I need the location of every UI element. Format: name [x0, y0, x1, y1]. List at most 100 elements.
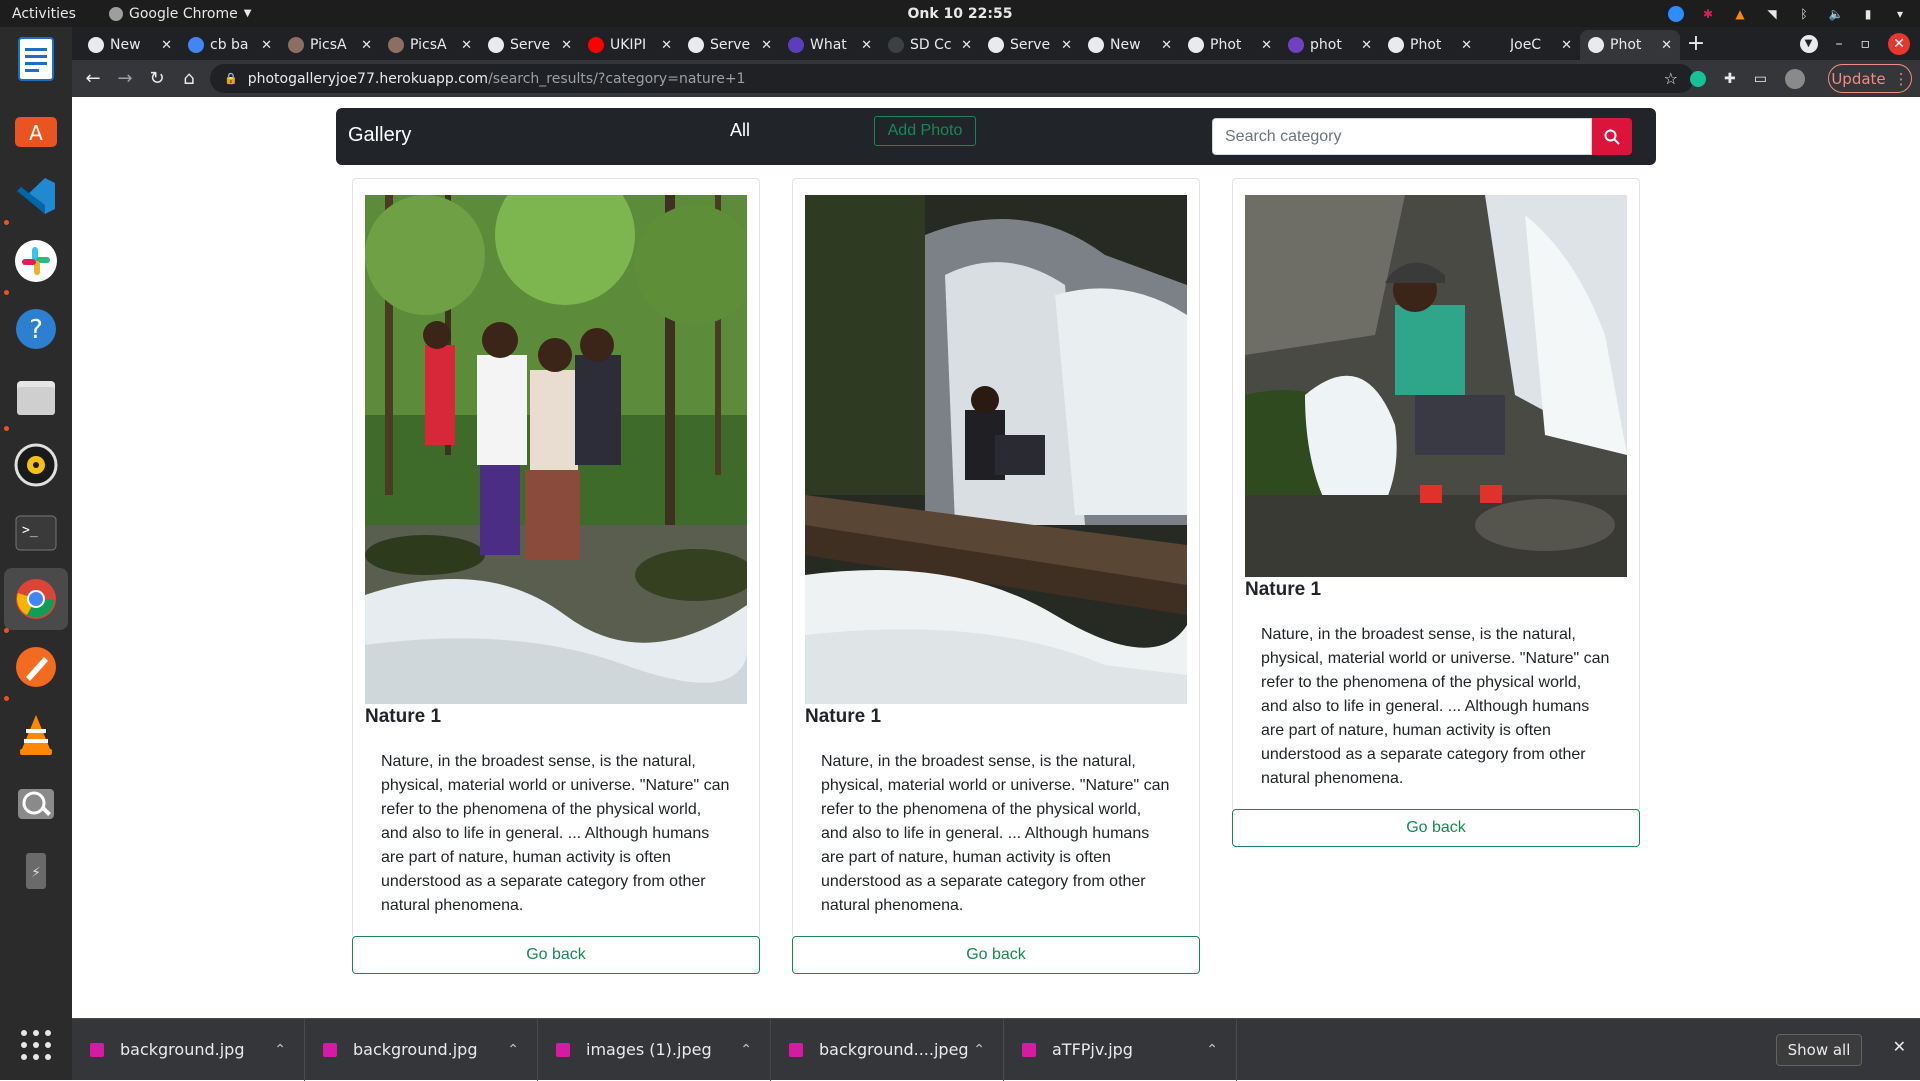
browser-tab[interactable]: Phot ✕ — [1380, 30, 1480, 60]
clock[interactable]: Onk 10 22:55 — [908, 6, 1013, 22]
photo-image[interactable] — [1245, 195, 1627, 577]
tab-close-icon[interactable]: ✕ — [1061, 38, 1072, 53]
minimize-icon[interactable]: – — [1836, 36, 1843, 52]
browser-tab[interactable]: PicsA ✕ — [280, 30, 380, 60]
browser-tab[interactable]: UKIPI ✕ — [580, 30, 680, 60]
cast-icon[interactable]: ▭ — [1754, 71, 1767, 87]
download-item[interactable]: images (1).jpeg ⌃ — [538, 1018, 771, 1081]
tab-close-icon[interactable]: ✕ — [1461, 38, 1472, 53]
browser-tab[interactable]: Serve ✕ — [980, 30, 1080, 60]
show-apps-icon[interactable] — [12, 1021, 60, 1069]
browser-tab[interactable]: Serve ✕ — [680, 30, 780, 60]
download-item[interactable]: background.jpg ⌃ — [305, 1018, 538, 1081]
app-menu[interactable]: Google Chrome ▼ — [109, 6, 251, 22]
tab-close-icon[interactable]: ✕ — [1161, 38, 1172, 53]
browser-tab[interactable]: SD Cc ✕ — [880, 30, 980, 60]
tab-close-icon[interactable]: ✕ — [1661, 38, 1672, 53]
power-menu-icon[interactable]: ▾ — [1892, 6, 1908, 22]
reload-icon[interactable]: ↻ — [142, 64, 172, 94]
forward-icon[interactable]: → — [110, 64, 140, 94]
tab-close-icon[interactable]: ✕ — [361, 38, 372, 53]
browser-tab[interactable]: JoeC ✕ — [1480, 30, 1580, 60]
volume-icon[interactable]: 🔈 — [1828, 6, 1844, 22]
libreoffice-writer-icon[interactable] — [12, 35, 60, 83]
close-window-icon[interactable]: ✕ — [1888, 32, 1910, 55]
browser-tab[interactable]: cb ba ✕ — [180, 30, 280, 60]
chevron-up-icon[interactable]: ⌃ — [973, 1042, 985, 1058]
inkscape-icon[interactable] — [12, 643, 60, 691]
tab-close-icon[interactable]: ✕ — [861, 38, 872, 53]
tab-close-icon[interactable]: ✕ — [661, 38, 672, 53]
tab-close-icon[interactable]: ✕ — [1261, 38, 1272, 53]
slack-icon[interactable] — [12, 237, 60, 285]
ubuntu-software-icon[interactable]: A — [12, 105, 60, 153]
browser-tab[interactable]: phot ✕ — [1280, 30, 1380, 60]
slack-tray-icon[interactable]: ✱ — [1700, 6, 1716, 22]
bluetooth-icon[interactable]: ᛒ — [1796, 6, 1812, 22]
activities-button[interactable]: Activities — [0, 6, 95, 22]
browser-tab[interactable]: PicsA ✕ — [380, 30, 480, 60]
tab-close-icon[interactable]: ✕ — [461, 38, 472, 53]
profile-avatar[interactable] — [1784, 68, 1805, 89]
chevron-up-icon[interactable]: ⌃ — [274, 1042, 286, 1058]
tab-close-icon[interactable]: ✕ — [761, 38, 772, 53]
chevron-up-icon[interactable]: ⌃ — [1206, 1042, 1218, 1058]
tab-close-icon[interactable]: ✕ — [1361, 38, 1372, 53]
extensions-puzzle-icon[interactable]: ✚ — [1724, 71, 1736, 87]
show-all-downloads-button[interactable]: Show all — [1776, 1034, 1862, 1066]
brand-link[interactable]: Gallery — [348, 124, 411, 147]
browser-tab[interactable]: What ✕ — [780, 30, 880, 60]
battery-icon[interactable]: ▮ — [1860, 6, 1876, 22]
chrome-update-button[interactable]: Update ⋮ — [1828, 64, 1912, 93]
browser-tab[interactable]: Serve ✕ — [480, 30, 580, 60]
browser-tab[interactable]: Phot ✕ — [1580, 30, 1680, 60]
tab-close-icon[interactable]: ✕ — [561, 38, 572, 53]
vlc-tray-icon[interactable]: ▲ — [1732, 6, 1748, 22]
zoom-indicator-icon[interactable] — [1668, 5, 1684, 22]
download-item[interactable]: background.jpg ⌃ — [72, 1018, 305, 1081]
download-item[interactable]: aTFPjv.jpg ⌃ — [1004, 1018, 1237, 1081]
photo-image[interactable] — [365, 195, 747, 704]
browser-tab[interactable]: New ✕ — [80, 30, 180, 60]
usb-drive-icon[interactable]: ⚡ — [12, 847, 60, 895]
chevron-up-icon[interactable]: ⌃ — [507, 1042, 519, 1058]
address-bar[interactable]: 🔒 photogalleryjoe77.herokuapp.com/search… — [210, 64, 1694, 93]
tab-close-icon[interactable]: ✕ — [1561, 38, 1572, 53]
grammarly-icon[interactable] — [1690, 70, 1706, 87]
search-category-input[interactable]: Search category — [1212, 118, 1592, 155]
download-item[interactable]: background....jpeg ⌃ — [771, 1018, 1004, 1081]
tab-close-icon[interactable]: ✕ — [161, 38, 172, 53]
browser-tab[interactable]: New ✕ — [1080, 30, 1180, 60]
terminal-icon[interactable]: >_ — [12, 509, 60, 557]
vlc-icon[interactable] — [12, 711, 60, 759]
photo-image[interactable] — [805, 195, 1187, 704]
help-icon[interactable]: ? — [12, 305, 60, 353]
tab-search-icon[interactable]: ▼ — [1799, 34, 1818, 53]
lock-icon[interactable]: 🔒 — [224, 72, 238, 85]
go-back-button[interactable]: Go back — [792, 936, 1200, 974]
search-button[interactable] — [1592, 118, 1632, 155]
system-tray[interactable]: ✱ ▲ ◥ ᛒ 🔈 ▮ ▾ — [1668, 0, 1908, 27]
rhythmbox-icon[interactable] — [12, 441, 60, 489]
add-photo-button[interactable]: Add Photo — [874, 116, 976, 146]
go-back-button[interactable]: Go back — [1232, 809, 1640, 847]
close-shelf-icon[interactable]: ✕ — [1893, 1037, 1906, 1056]
tab-favicon-icon — [1088, 37, 1104, 53]
chevron-up-icon[interactable]: ⌃ — [740, 1042, 752, 1058]
tab-close-icon[interactable]: ✕ — [961, 38, 972, 53]
files-icon[interactable] — [12, 373, 60, 421]
chrome-icon[interactable] — [12, 575, 60, 623]
screenshot-icon[interactable] — [12, 779, 60, 827]
maximize-icon[interactable]: ▫ — [1861, 36, 1871, 52]
browser-tab[interactable]: Phot ✕ — [1180, 30, 1280, 60]
new-tab-button[interactable]: + — [1680, 30, 1712, 60]
back-icon[interactable]: ← — [78, 64, 108, 94]
nav-link-all[interactable]: All — [730, 120, 750, 141]
home-icon[interactable]: ⌂ — [174, 64, 204, 94]
vscode-icon[interactable] — [12, 172, 60, 220]
bookmark-star-icon[interactable]: ☆ — [1664, 69, 1678, 88]
tab-close-icon[interactable]: ✕ — [261, 38, 272, 53]
wifi-icon[interactable]: ◥ — [1764, 6, 1780, 22]
tab-favicon-icon — [888, 37, 904, 53]
go-back-button[interactable]: Go back — [352, 936, 760, 974]
